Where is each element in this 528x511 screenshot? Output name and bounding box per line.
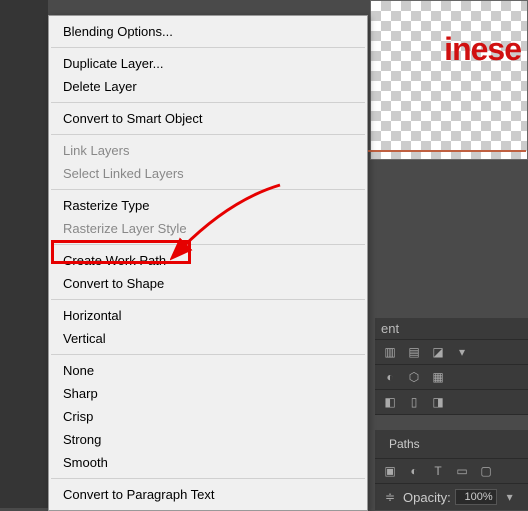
menu-separator [51, 354, 365, 355]
hue-sat-icon[interactable]: ◐ [381, 368, 399, 386]
menu-separator [51, 299, 365, 300]
tab-paths[interactable]: Paths [381, 433, 428, 455]
chevron-down-icon[interactable]: ▾ [501, 488, 519, 506]
opacity-control: ≑ Opacity: ▾ [375, 484, 528, 510]
menu-separator [51, 47, 365, 48]
canvas-sample-text: inese [371, 1, 527, 68]
color-lookup-icon[interactable]: ▦ [429, 368, 447, 386]
posterize-icon[interactable]: ▯ [405, 393, 423, 411]
invert-icon[interactable]: ◧ [381, 393, 399, 411]
menu-separator [51, 478, 365, 479]
menu-aa-smooth[interactable]: Smooth [49, 451, 367, 474]
right-panels: ent ▥ ▤ ◪ ▾ ◐ ⬡ ▦ ◧ ▯ ◨ [375, 318, 528, 415]
photo-filter-icon[interactable]: ⬡ [405, 368, 423, 386]
filter-pixel-icon[interactable]: ▣ [381, 462, 399, 480]
menu-aa-strong[interactable]: Strong [49, 428, 367, 451]
adjustments-icon-row: ◐ ⬡ ▦ [375, 365, 528, 390]
menu-separator [51, 134, 365, 135]
opacity-input[interactable] [455, 489, 497, 505]
opacity-label: Opacity: [403, 490, 451, 505]
menu-delete-layer[interactable]: Delete Layer [49, 75, 367, 98]
menu-convert-to-shape[interactable]: Convert to Shape [49, 272, 367, 295]
menu-create-work-path[interactable]: Create Work Path [49, 249, 367, 272]
adjustment-icon[interactable]: ◪ [429, 343, 447, 361]
menu-horizontal[interactable]: Horizontal [49, 304, 367, 327]
app-left-strip [0, 0, 48, 508]
panel-tabs: Paths [375, 430, 528, 459]
menu-select-linked-layers: Select Linked Layers [49, 162, 367, 185]
canvas-border [368, 150, 526, 162]
adjustments-icon-row: ▥ ▤ ◪ ▾ [375, 340, 528, 365]
menu-vertical[interactable]: Vertical [49, 327, 367, 350]
menu-separator [51, 244, 365, 245]
adjustment-icon[interactable]: ▾ [453, 343, 471, 361]
menu-separator [51, 102, 365, 103]
menu-rasterize-layer-style: Rasterize Layer Style [49, 217, 367, 240]
layers-paths-panel: Paths ▣ ◐ T ▭ ▢ ≑ Opacity: ▾ [375, 430, 528, 510]
menu-convert-smart-object[interactable]: Convert to Smart Object [49, 107, 367, 130]
adjustments-icon-row: ◧ ▯ ◨ [375, 390, 528, 415]
menu-duplicate-layer[interactable]: Duplicate Layer... [49, 52, 367, 75]
menu-aa-crisp[interactable]: Crisp [49, 405, 367, 428]
adjustment-icon[interactable]: ▤ [405, 343, 423, 361]
menu-link-layers: Link Layers [49, 139, 367, 162]
menu-rasterize-type[interactable]: Rasterize Type [49, 194, 367, 217]
menu-blending-options[interactable]: Blending Options... [49, 20, 367, 43]
menu-convert-paragraph-text[interactable]: Convert to Paragraph Text [49, 483, 367, 506]
menu-aa-sharp[interactable]: Sharp [49, 382, 367, 405]
adjustment-icon[interactable]: ▥ [381, 343, 399, 361]
filter-type-icon[interactable]: T [429, 462, 447, 480]
filter-smart-icon[interactable]: ▢ [477, 462, 495, 480]
adjustments-panel-header: ent [375, 318, 528, 340]
adjustments-label-fragment: ent [381, 321, 399, 336]
blend-mode-dropdown-icon[interactable]: ≑ [381, 488, 399, 506]
menu-aa-none[interactable]: None [49, 359, 367, 382]
layer-context-menu: Blending Options... Duplicate Layer... D… [48, 15, 368, 511]
threshold-icon[interactable]: ◨ [429, 393, 447, 411]
filter-shape-icon[interactable]: ▭ [453, 462, 471, 480]
filter-adjustment-icon[interactable]: ◐ [405, 462, 423, 480]
menu-separator [51, 189, 365, 190]
layer-filter-row: ▣ ◐ T ▭ ▢ [375, 459, 528, 484]
canvas-preview: inese [370, 0, 528, 160]
